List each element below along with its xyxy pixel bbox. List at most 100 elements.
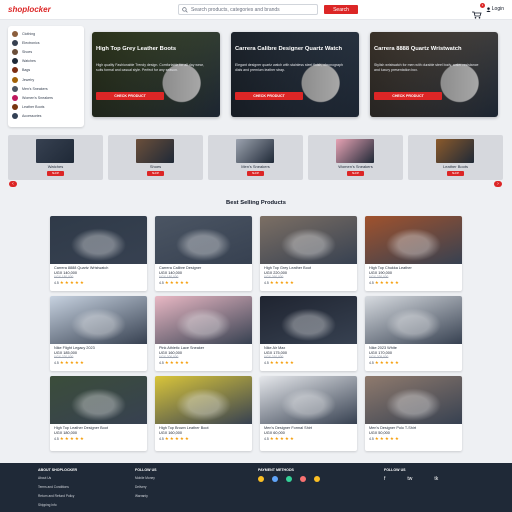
- product-image: [365, 376, 462, 424]
- category-card[interactable]: Women's Sneakers SHOP: [308, 135, 403, 180]
- product-card[interactable]: Carrera Calibre Designer UGX 140,000 UGX…: [155, 216, 252, 291]
- footer-services-column: FOLLOW US Mobile Money Delivery Warranty: [135, 468, 157, 503]
- star-icon: ★: [184, 280, 189, 285]
- product-card[interactable]: Men's Designer Polo T-Shirt UGX 50,000 4…: [365, 376, 462, 451]
- star-icon: ★: [79, 436, 84, 441]
- footer-link[interactable]: Warranty: [135, 494, 157, 498]
- category-name: Leather Boots: [443, 164, 468, 169]
- product-card[interactable]: High Top Leather Designer Boot UGX 180,0…: [50, 376, 147, 451]
- shop-button[interactable]: SHOP: [247, 171, 264, 176]
- shop-button[interactable]: SHOP: [447, 171, 464, 176]
- category-card[interactable]: Leather Boots SHOP: [408, 135, 503, 180]
- category-thumbnail: [12, 48, 18, 55]
- footer-link[interactable]: About Us: [38, 476, 77, 480]
- tiktok-icon[interactable]: tk: [434, 476, 438, 482]
- search-button[interactable]: Search: [324, 5, 358, 14]
- sidebar-category-item[interactable]: Men's Sneakers: [12, 84, 80, 93]
- footer-link[interactable]: Shipping Info: [38, 503, 77, 507]
- product-card[interactable]: Nike 2023 White UGX 170,000 UGX 205,000 …: [365, 296, 462, 371]
- product-card[interactable]: Pink Athletic Lace Sneaker UGX 160,000 U…: [155, 296, 252, 371]
- sidebar-category-item[interactable]: Women's Sneakers: [12, 93, 80, 102]
- star-icon: ★: [169, 360, 174, 365]
- category-image: [436, 139, 474, 163]
- star-icon: ★: [169, 280, 174, 285]
- search-placeholder: Search products, categories and brands: [191, 6, 280, 13]
- star-icon: ★: [289, 360, 294, 365]
- product-image: [155, 376, 252, 424]
- star-icon: ★: [164, 360, 169, 365]
- product-image: [365, 216, 462, 264]
- sidebar-category-item[interactable]: Leather Boots: [12, 103, 80, 112]
- hero-banner: Carrera 8888 Quartz Wristwatch Stylish w…: [370, 32, 498, 117]
- facebook-icon[interactable]: f: [384, 476, 385, 482]
- star-icon: ★: [384, 436, 389, 441]
- product-rating: 4.5 ★ ★ ★ ★ ★: [50, 435, 147, 441]
- check-product-button[interactable]: CHECK PRODUCT: [235, 92, 303, 100]
- sidebar-category-item[interactable]: Shoes: [12, 47, 80, 56]
- rating-value: 4.5: [54, 361, 59, 365]
- product-rating: 4.5 ★ ★ ★ ★ ★: [155, 435, 252, 441]
- check-product-button[interactable]: CHECK PRODUCT: [96, 92, 164, 100]
- product-card[interactable]: Men's Designer Formal Shirt UGX 60,000 4…: [260, 376, 357, 451]
- shop-button[interactable]: SHOP: [47, 171, 64, 176]
- star-icon: ★: [174, 360, 179, 365]
- rating-value: 4.5: [369, 281, 374, 285]
- cart-count-badge: 1: [480, 3, 485, 8]
- star-icon: ★: [389, 280, 394, 285]
- login-link[interactable]: Login: [486, 6, 504, 12]
- hero-overlay: [231, 32, 359, 117]
- cart-button[interactable]: 1: [472, 3, 485, 19]
- product-image: [50, 376, 147, 424]
- product-image: [155, 216, 252, 264]
- footer-link[interactable]: Terms and Conditions: [38, 485, 77, 489]
- payment-icons: [258, 476, 320, 482]
- shop-button[interactable]: SHOP: [147, 171, 164, 176]
- footer-link[interactable]: Delivery: [135, 485, 157, 489]
- sidebar-category-item[interactable]: Watches: [12, 57, 80, 66]
- star-icon: ★: [274, 280, 279, 285]
- category-card[interactable]: Men's Sneakers SHOP: [208, 135, 303, 180]
- sidebar-item-label: Jewelry: [22, 77, 35, 82]
- sidebar-category-item[interactable]: Electronics: [12, 38, 80, 47]
- product-card[interactable]: High Top Grey Leather Boot UGX 220,000 U…: [260, 216, 357, 291]
- star-icon: ★: [279, 280, 284, 285]
- category-card[interactable]: Shoes SHOP: [108, 135, 203, 180]
- category-image: [136, 139, 174, 163]
- category-thumbnail: [12, 67, 18, 74]
- star-icon: ★: [64, 436, 69, 441]
- product-card[interactable]: High Top Chukka Leather UGX 190,000 UGX …: [365, 216, 462, 291]
- category-name: Shoes: [149, 164, 162, 169]
- carousel-prev-button[interactable]: ‹: [9, 181, 17, 187]
- payment-method-icon: [286, 476, 292, 482]
- sidebar-item-label: Accessories: [22, 114, 42, 119]
- footer-link[interactable]: Mobile Money: [135, 476, 157, 480]
- sidebar-category-item[interactable]: Clothing: [12, 29, 80, 38]
- star-icon: ★: [179, 436, 184, 441]
- footer-heading: PAYMENT METHODS: [258, 468, 294, 472]
- hero-description: Stylish wristwatch for men with durable …: [374, 63, 479, 72]
- sidebar-category-item[interactable]: Jewelry: [12, 75, 80, 84]
- sidebar-category-item[interactable]: Accessories: [12, 112, 80, 121]
- product-card[interactable]: Nike Air Max UGX 175,000 UGX 210,000 4.5…: [260, 296, 357, 371]
- sidebar-category-item[interactable]: Bags: [12, 66, 80, 75]
- product-card[interactable]: Carrera 8888 Quartz Wristwatch UGX 140,0…: [50, 216, 147, 291]
- product-card[interactable]: High Top Brown Leather Boot UGX 160,000 …: [155, 376, 252, 451]
- category-thumbnail: [12, 39, 18, 46]
- shop-button[interactable]: SHOP: [347, 171, 364, 176]
- category-name: Watches: [47, 164, 64, 169]
- twitter-icon[interactable]: tw: [407, 476, 412, 482]
- product-card[interactable]: Nike Flight Legacy 2023 UGX 185,000 UGX …: [50, 296, 147, 371]
- search-input[interactable]: Search products, categories and brands: [178, 4, 318, 15]
- check-product-button[interactable]: CHECK PRODUCT: [374, 92, 442, 100]
- star-icon: ★: [74, 436, 79, 441]
- footer-heading: FOLLOW US: [384, 468, 406, 472]
- carousel-next-button[interactable]: ›: [494, 181, 502, 187]
- star-icon: ★: [379, 280, 384, 285]
- payment-method-icon: [258, 476, 264, 482]
- star-icon: ★: [69, 436, 74, 441]
- footer-link[interactable]: Return and Refund Policy: [38, 494, 77, 498]
- category-card[interactable]: Watches SHOP: [8, 135, 103, 180]
- site-logo[interactable]: shoplocker: [8, 5, 168, 14]
- star-icon: ★: [389, 360, 394, 365]
- hero-description: Elegant designer quartz watch with stain…: [235, 63, 343, 72]
